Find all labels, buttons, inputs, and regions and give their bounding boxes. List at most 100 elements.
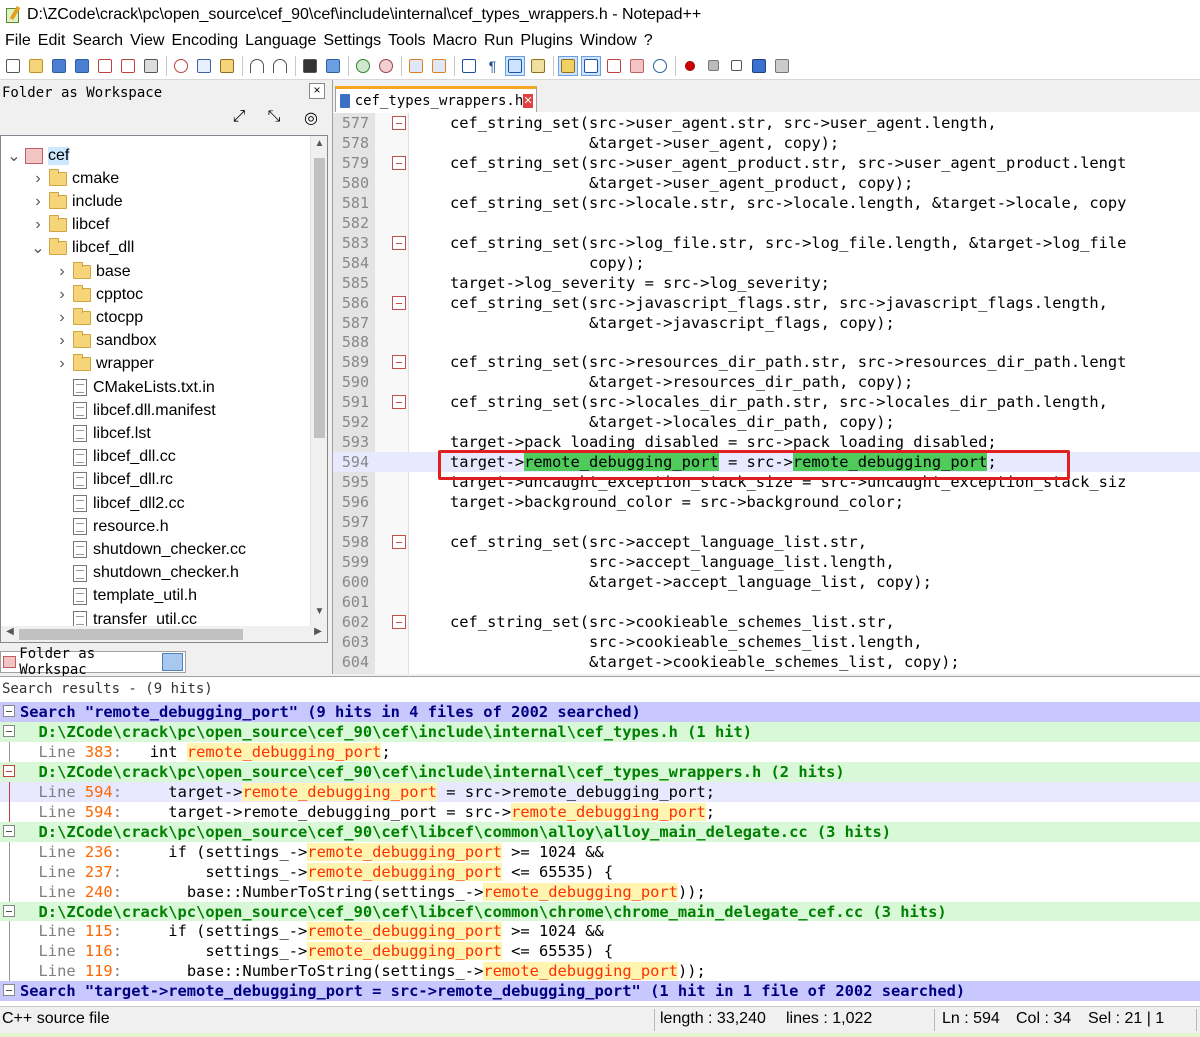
code-line[interactable]: 583 cef_string_set(src->log_file.str, src… — [333, 233, 1200, 253]
tree-vertical-scrollbar[interactable]: ▲ ▼ — [310, 136, 327, 626]
fold-toggle-icon[interactable] — [392, 235, 406, 250]
locate-current-file-icon[interactable]: ◎ — [300, 108, 322, 128]
fold-toggle-icon[interactable] — [392, 395, 406, 410]
menu-help[interactable]: ? — [641, 32, 657, 50]
search-hit-row[interactable]: Line 594: target->remote_debugging_port … — [0, 781, 1200, 802]
indent-guide-icon[interactable] — [505, 55, 525, 76]
code-line[interactable]: 600 &target->accept_language_list, copy)… — [333, 572, 1200, 592]
code-line[interactable]: 582 — [333, 213, 1200, 233]
tree-item[interactable]: ⌄ libcef_dll — [31, 237, 134, 260]
search-hit-row[interactable]: Line 119: base::NumberToString(settings_… — [0, 961, 1200, 982]
scroll-left-icon[interactable]: ◀ — [2, 626, 18, 642]
search-file-row[interactable]: D:\ZCode\crack\pc\open_source\cef_90\cef… — [0, 901, 1200, 922]
tree-item[interactable]: libcef.lst — [55, 422, 151, 445]
replace-icon[interactable] — [323, 56, 343, 76]
tree-item[interactable]: › include — [31, 190, 123, 213]
tree-item[interactable]: transfer_util.cc — [55, 608, 197, 626]
chevron-down-icon[interactable]: ⌄ — [31, 238, 45, 258]
doc-map-icon[interactable] — [558, 55, 578, 76]
chevron-right-icon[interactable]: › — [55, 309, 69, 327]
show-all-chars-icon[interactable]: ¶ — [482, 56, 502, 76]
play-macro-icon[interactable] — [726, 56, 746, 76]
search-file-row[interactable]: D:\ZCode\crack\pc\open_source\cef_90\cef… — [0, 821, 1200, 842]
code-line[interactable]: 584 copy); — [333, 253, 1200, 273]
doc-list-icon[interactable] — [581, 55, 601, 76]
workspace-panel-tab[interactable]: Folder as Workspac — [0, 646, 186, 678]
code-line[interactable]: 591 cef_string_set(src->locales_dir_path.… — [333, 392, 1200, 412]
code-line[interactable]: 602 cef_string_set(src->cookieable_scheme… — [333, 612, 1200, 632]
sync-vertical-icon[interactable] — [406, 56, 426, 76]
search-header-row[interactable]: Search "target->remote_debugging_port = … — [0, 981, 1200, 1002]
chevron-right-icon[interactable]: › — [55, 263, 69, 281]
menu-tools[interactable]: Tools — [385, 32, 429, 50]
code-line[interactable]: 577 cef_string_set(src->user_agent.str, s… — [333, 113, 1200, 133]
search-hit-row[interactable]: Line 240: base::NumberToString(settings_… — [0, 881, 1200, 902]
menu-macro[interactable]: Macro — [430, 32, 481, 50]
code-line[interactable]: 587 &target->javascript_flags, copy); — [333, 313, 1200, 333]
chevron-right-icon[interactable]: › — [55, 286, 69, 304]
word-wrap-icon[interactable] — [459, 56, 479, 76]
menu-encoding[interactable]: Encoding — [168, 32, 242, 50]
search-file-row[interactable]: D:\ZCode\crack\pc\open_source\cef_90\cef… — [0, 761, 1200, 782]
close-panel-icon[interactable]: × — [309, 83, 325, 99]
tree-item[interactable]: libcef_dll.cc — [55, 446, 176, 469]
collapse-toggle-icon[interactable] — [3, 705, 15, 717]
fold-toggle-icon[interactable] — [392, 116, 406, 130]
code-line[interactable]: 590 &target->resources_dir_path, copy); — [333, 372, 1200, 392]
menu-search[interactable]: Search — [69, 32, 127, 50]
chevron-right-icon[interactable]: › — [31, 170, 45, 188]
chevron-right-icon[interactable]: › — [31, 193, 45, 211]
record-macro-icon[interactable] — [680, 56, 700, 76]
code-line[interactable]: 598 cef_string_set(src->accept_language_l… — [333, 532, 1200, 552]
tree-item[interactable]: shutdown_checker.cc — [55, 538, 246, 561]
code-line[interactable]: 596 target->background_color = src->backg… — [333, 492, 1200, 512]
tree-item[interactable]: › cmake — [31, 167, 119, 190]
menu-language[interactable]: Language — [242, 32, 320, 50]
scroll-up-icon[interactable]: ▲ — [311, 138, 327, 156]
sync-horizontal-icon[interactable] — [429, 56, 449, 76]
menu-settings[interactable]: Settings — [320, 32, 385, 50]
tree-item[interactable]: ⌄ cef — [7, 144, 70, 167]
expand-all-icon[interactable]: ⤢ — [228, 108, 250, 128]
fold-toggle-icon[interactable] — [392, 534, 406, 549]
user-language-icon[interactable] — [528, 56, 548, 76]
tree-item[interactable]: libcef_dll.rc — [55, 469, 173, 492]
menu-plugins[interactable]: Plugins — [517, 32, 576, 50]
code-line[interactable]: 578 &target->user_agent, copy); — [333, 133, 1200, 153]
fold-toggle-icon[interactable] — [392, 355, 406, 370]
search-header-row[interactable]: Search "remote_debugging_port" (9 hits i… — [0, 702, 1200, 722]
save-all-icon[interactable] — [72, 56, 92, 76]
zoom-out-icon[interactable] — [376, 56, 396, 76]
code-line[interactable]: 592 &target->locales_dir_path, copy); — [333, 412, 1200, 432]
scroll-thumb[interactable] — [314, 158, 325, 438]
code-line[interactable]: 601 — [333, 592, 1200, 612]
chevron-right-icon[interactable]: › — [55, 355, 69, 373]
collapse-all-icon[interactable]: ⤡ — [263, 108, 285, 128]
collapse-toggle-icon[interactable] — [3, 904, 15, 917]
menu-edit[interactable]: Edit — [35, 32, 70, 50]
cut-icon[interactable] — [171, 56, 191, 76]
close-all-icon[interactable] — [118, 56, 138, 76]
folder-workspace-icon[interactable] — [627, 56, 647, 76]
code-line[interactable]: 579 cef_string_set(src->user_agent_produc… — [333, 153, 1200, 173]
tree-item[interactable]: › sandbox — [55, 330, 157, 353]
search-hit-row[interactable]: Line 594: target->remote_debugging_port … — [0, 801, 1200, 822]
find-icon[interactable] — [300, 56, 320, 76]
stop-macro-icon[interactable] — [703, 56, 723, 76]
code-line[interactable]: 581 cef_string_set(src->locale.str, src->… — [333, 193, 1200, 213]
close-file-icon[interactable] — [95, 56, 115, 76]
paste-icon[interactable] — [217, 56, 237, 76]
code-area[interactable]: 577 cef_string_set(src->user_agent.str, s… — [333, 113, 1200, 674]
collapse-toggle-icon[interactable] — [3, 724, 15, 737]
undo-icon[interactable] — [247, 56, 267, 76]
save-macro-icon[interactable] — [772, 56, 792, 76]
scroll-thumb[interactable] — [19, 629, 243, 640]
tree-item[interactable]: template_util.h — [55, 585, 197, 608]
code-line[interactable]: 603 src->cookieable_schemes_list.length, — [333, 632, 1200, 652]
save-icon[interactable] — [49, 56, 69, 76]
fold-toggle-icon[interactable] — [392, 155, 406, 170]
code-line[interactable]: 599 src->accept_language_list.length, — [333, 552, 1200, 572]
code-line[interactable]: 580 &target->user_agent_product, copy); — [333, 173, 1200, 193]
close-tab-icon[interactable]: ✕ — [523, 93, 533, 108]
redo-icon[interactable] — [270, 56, 290, 76]
